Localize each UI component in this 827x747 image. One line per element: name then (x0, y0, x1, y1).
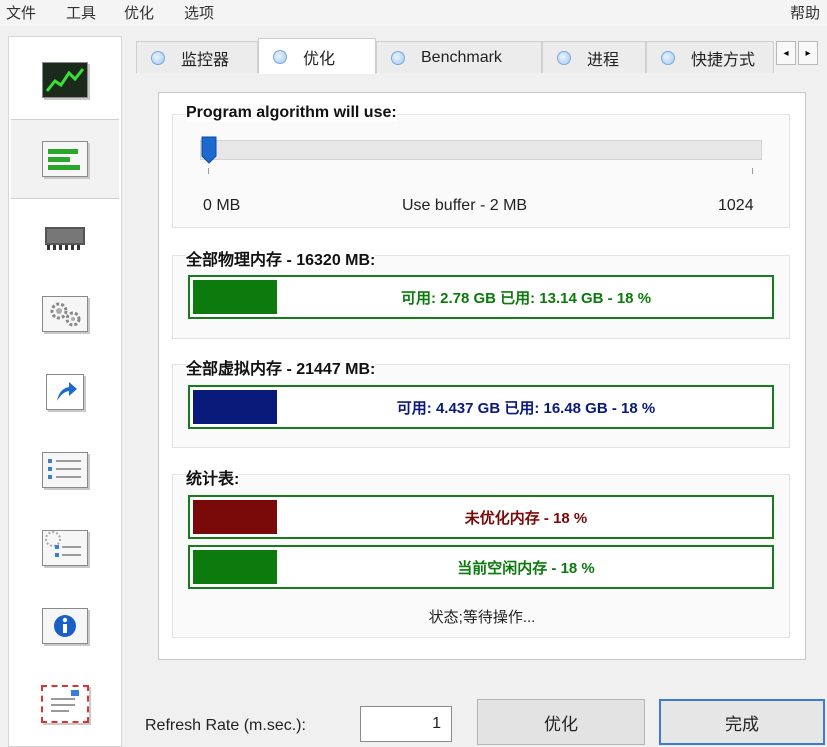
menu-options[interactable]: 选项 (184, 2, 214, 23)
refresh-rate-label: Refresh Rate (m.sec.): (145, 717, 306, 734)
sidebar-item-mail[interactable] (11, 665, 119, 743)
tab-scroll-left-button[interactable]: ◂ (776, 41, 796, 65)
chip-icon (43, 219, 87, 253)
virtual-memory-fill (193, 390, 277, 424)
physical-memory-fill (193, 280, 277, 314)
sidebar-item-settings[interactable] (11, 509, 119, 587)
tab-label: Benchmark (421, 48, 502, 66)
memory-bars-icon (42, 141, 88, 177)
unoptimized-memory-bar: 未优化内存 - 18 % (188, 495, 774, 539)
virtual-memory-text: 可用: 4.437 GB 已用: 16.48 GB - 18 % (396, 399, 656, 417)
tab-processes[interactable]: 进程 (542, 41, 646, 73)
physical-memory-bar: 可用: 2.78 GB 已用: 13.14 GB - 18 % (188, 275, 774, 319)
virtual-memory-title: 全部虚拟内存 - 21447 MB: (186, 355, 376, 379)
tab-radio-icon (151, 50, 165, 65)
slider-min-label: 0 MB (203, 197, 241, 214)
menu-optimize[interactable]: 优化 (124, 2, 154, 23)
buffer-value-label: Use buffer - 2 MB (402, 197, 528, 214)
slider-tick (752, 168, 753, 174)
menu-bar: 文件 工具 优化 选项 帮助 (0, 0, 827, 26)
sidebar-item-monitor[interactable] (11, 41, 119, 119)
physical-memory-text: 可用: 2.78 GB 已用: 13.14 GB - 18 % (400, 289, 652, 307)
done-button[interactable]: 完成 (659, 699, 825, 745)
sidebar-item-processes[interactable] (11, 275, 119, 353)
buffer-slider-thumb[interactable] (201, 136, 217, 164)
checklist-icon (42, 452, 88, 488)
free-memory-fill (193, 550, 277, 584)
shortcut-arrow-icon (46, 374, 84, 410)
refresh-rate-input[interactable] (360, 706, 452, 742)
status-text: 状态;等待操作... (428, 609, 536, 626)
sidebar-item-list[interactable] (11, 431, 119, 509)
tab-label: 监控器 (181, 51, 230, 69)
tab-radio-icon (273, 49, 287, 64)
stats-title: 统计表: (186, 465, 240, 489)
tab-monitor[interactable]: 监控器 (136, 41, 258, 73)
tab-radio-icon (661, 50, 675, 65)
tab-label: 进程 (587, 51, 620, 69)
physical-memory-title: 全部物理内存 - 16320 MB: (186, 246, 376, 270)
chart-monitor-icon (42, 62, 88, 98)
sidebar-item-benchmark[interactable] (11, 197, 119, 275)
menu-tools[interactable]: 工具 (66, 2, 96, 23)
optimize-button[interactable]: 优化 (477, 699, 645, 745)
gears-icon (42, 296, 88, 332)
sidebar (8, 36, 122, 747)
tab-radio-icon (557, 50, 571, 65)
slider-max-label: 1024 (718, 197, 754, 214)
envelope-icon (41, 685, 89, 723)
tab-label: 快捷方式 (691, 51, 756, 69)
tab-shortcuts[interactable]: 快捷方式 (646, 41, 774, 73)
buffer-slider-track[interactable] (200, 140, 762, 160)
sidebar-item-optimize[interactable] (11, 119, 119, 199)
tab-label: 优化 (303, 50, 336, 68)
free-memory-bar: 当前空闲内存 - 18 % (188, 545, 774, 589)
sidebar-item-shortcuts[interactable] (11, 353, 119, 431)
virtual-memory-bar: 可用: 4.437 GB 已用: 16.48 GB - 18 % (188, 385, 774, 429)
tab-benchmark[interactable]: Benchmark (376, 41, 542, 73)
info-icon (42, 608, 88, 644)
tab-radio-icon (391, 50, 405, 65)
slider-tick (208, 168, 209, 174)
unoptimized-memory-fill (193, 500, 277, 534)
algorithm-title: Program algorithm will use: (186, 104, 397, 122)
menu-file[interactable]: 文件 (6, 2, 36, 23)
tab-strip: 监控器 优化 Benchmark 进程 快捷方式 ◂ ▸ (136, 38, 826, 74)
tab-scroll-right-button[interactable]: ▸ (798, 41, 818, 65)
tab-optimize[interactable]: 优化 (258, 38, 376, 74)
menu-help[interactable]: 帮助 (790, 2, 820, 23)
free-memory-text: 当前空闲内存 - 18 % (457, 559, 595, 577)
unoptimized-memory-text: 未优化内存 - 18 % (464, 509, 588, 527)
gear-checklist-icon (42, 530, 88, 566)
sidebar-item-info[interactable] (11, 587, 119, 665)
